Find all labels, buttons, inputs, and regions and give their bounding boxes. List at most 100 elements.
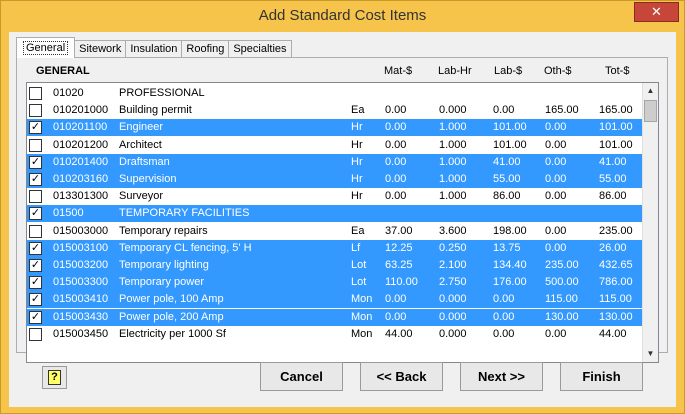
row-checkbox[interactable]: ✓ bbox=[29, 207, 42, 221]
row-checkbox[interactable] bbox=[29, 327, 42, 341]
list-row[interactable]: ✓ 015003300 Temporary power Lot 110.00 2.750 1… bbox=[27, 274, 644, 292]
scroll-down-arrow-icon[interactable]: ▼ bbox=[643, 346, 658, 362]
row-cell-desc: Power pole, 100 Amp bbox=[119, 293, 224, 306]
list-row[interactable]: 013301300 Surveyor Hr 0.00 1.000 86.00 0.00 86.… bbox=[27, 188, 644, 205]
row-cell-desc: Architect bbox=[119, 138, 162, 151]
row-cell-code: 015003430 bbox=[53, 310, 109, 323]
row-cell-desc: Electricity per 1000 Sf bbox=[119, 327, 226, 340]
row-cell-code: 015003450 bbox=[53, 327, 109, 340]
row-cell-mat: 110.00 bbox=[385, 276, 418, 289]
row-cell-unit: Lot bbox=[351, 259, 367, 271]
row-cell-tot: 432.65 bbox=[599, 259, 633, 271]
row-cell-code: 01020 bbox=[53, 87, 84, 99]
row-checkbox[interactable]: ✓ bbox=[29, 259, 42, 272]
window-title: Add Standard Cost Items bbox=[258, 7, 427, 24]
row-checkbox[interactable]: ✓ bbox=[29, 276, 42, 290]
list-row[interactable]: ✓ 010201100 Engineer Hr 0.00 1.000 101.00 0.00 1… bbox=[27, 119, 644, 137]
row-cell-oth: 235.00 bbox=[545, 259, 579, 271]
vertical-scrollbar[interactable]: ▲ ▼ bbox=[642, 83, 658, 362]
dialog-window: Add Standard Cost Items ✕ General Sitewo… bbox=[0, 0, 685, 414]
row-cell-desc: Temporary lighting bbox=[119, 259, 209, 271]
list-row[interactable]: ✓ 015003100 Temporary CL fencing, 5' H Lf 12… bbox=[27, 239, 644, 257]
row-cell-mat: 37.00 bbox=[385, 224, 413, 237]
list-row[interactable]: ✓ 015003430 Power pole, 200 Amp Mon 0.00 0.00… bbox=[27, 308, 644, 326]
row-cell-mat: 0.00 bbox=[385, 155, 407, 168]
row-cell-lab-d: 0.00 bbox=[493, 293, 515, 306]
row-checkbox[interactable] bbox=[29, 104, 42, 118]
list-row[interactable]: ✓ 015003410 Power pole, 100 Amp Mon 0.00 0.00… bbox=[27, 291, 644, 309]
tab-panel: GENERAL Mat-$ Lab-Hr Lab-$ Oth-$ Tot-$ 0… bbox=[16, 57, 668, 363]
close-button[interactable]: ✕ bbox=[634, 2, 679, 22]
row-cell-unit: Mon bbox=[351, 327, 373, 340]
row-cell-tot: 41.00 bbox=[599, 155, 627, 168]
row-checkbox[interactable]: ✓ bbox=[29, 293, 42, 307]
finish-button[interactable]: Finish bbox=[560, 362, 643, 391]
row-cell-mat: 63.25 bbox=[385, 259, 413, 271]
row-checkbox[interactable]: ✓ bbox=[29, 121, 42, 135]
row-cell-code: 010201100 bbox=[53, 121, 108, 134]
row-cell-code: 015003300 bbox=[53, 276, 109, 289]
row-cell-tot: 101.00 bbox=[599, 121, 633, 134]
row-cell-oth: 0.00 bbox=[545, 224, 567, 237]
row-cell-lab-d: 13.75 bbox=[493, 241, 521, 254]
cost-items-list[interactable]: 01020 PROFESSIONAL 010201000 Building permi… bbox=[26, 82, 659, 363]
tab-specialties[interactable]: Specialties bbox=[228, 40, 292, 58]
row-cell-desc: Surveyor bbox=[119, 190, 164, 203]
row-cell-desc: Building permit bbox=[119, 104, 192, 117]
tab-strip: General Sitework Insulation Roofing Spec… bbox=[16, 37, 292, 58]
tab-roofing[interactable]: Roofing bbox=[181, 40, 230, 58]
help-button[interactable]: ? bbox=[42, 366, 67, 389]
row-cell-lab-d: 101.00 bbox=[493, 121, 527, 134]
row-cell-tot: 55.00 bbox=[599, 173, 627, 185]
list-row[interactable]: 015003000 Temporary repairs Ea 37.00 3.600 19… bbox=[27, 223, 644, 240]
row-checkbox[interactable] bbox=[29, 190, 42, 204]
row-cell-unit: Mon bbox=[351, 310, 373, 323]
row-cell-unit: Ea bbox=[351, 224, 365, 237]
row-cell-desc: Draftsman bbox=[119, 155, 170, 168]
row-cell-tot: 26.00 bbox=[599, 241, 627, 254]
list-row[interactable]: 015003450 Electricity per 1000 Sf Mon 44.00… bbox=[27, 326, 644, 343]
row-cell-lab-d: 0.00 bbox=[493, 327, 515, 340]
row-cell-lab-hr: 0.000 bbox=[439, 327, 467, 340]
row-cell-tot: 44.00 bbox=[599, 327, 627, 340]
row-cell-unit: Lf bbox=[351, 241, 361, 254]
list-row[interactable]: ✓ 015003200 Temporary lighting Lot 63.25 2.10… bbox=[27, 257, 644, 274]
list-row[interactable]: 010201200 Architect Hr 0.00 1.000 101.00 0.00 1… bbox=[27, 137, 644, 154]
row-cell-tot: 86.00 bbox=[599, 190, 627, 203]
column-header-mat: Mat-$ bbox=[384, 65, 413, 77]
row-cell-lab-d: 0.00 bbox=[493, 310, 515, 323]
tab-insulation[interactable]: Insulation bbox=[125, 40, 183, 58]
back-button[interactable]: << Back bbox=[360, 362, 443, 391]
row-checkbox[interactable] bbox=[29, 138, 42, 152]
tab-general[interactable]: General bbox=[16, 37, 76, 58]
row-cell-desc: Temporary repairs bbox=[119, 224, 208, 237]
list-row[interactable]: 01020 PROFESSIONAL bbox=[27, 85, 644, 102]
list-row[interactable]: ✓ 010201400 Draftsman Hr 0.00 1.000 41.00 0.00 4… bbox=[27, 153, 644, 171]
row-checkbox[interactable]: ✓ bbox=[29, 310, 42, 324]
row-cell-oth: 115.00 bbox=[545, 293, 578, 306]
list-row[interactable]: ✓ 010203160 Supervision Hr 0.00 1.000 55.00 0.0… bbox=[27, 171, 644, 188]
row-checkbox[interactable]: ✓ bbox=[29, 173, 42, 186]
row-cell-lab-hr: 0.250 bbox=[439, 241, 467, 254]
row-checkbox[interactable]: ✓ bbox=[29, 155, 42, 169]
row-cell-mat: 0.00 bbox=[385, 190, 407, 203]
row-cell-oth: 130.00 bbox=[545, 310, 579, 323]
row-cell-lab-hr: 1.000 bbox=[439, 190, 467, 203]
next-button[interactable]: Next >> bbox=[460, 362, 543, 391]
row-checkbox[interactable] bbox=[29, 87, 42, 100]
tab-sitework[interactable]: Sitework bbox=[74, 40, 127, 58]
row-cell-lab-hr: 2.100 bbox=[439, 259, 467, 271]
row-cell-desc: Supervision bbox=[119, 173, 177, 185]
row-cell-code: 010201400 bbox=[53, 155, 109, 168]
row-checkbox[interactable] bbox=[29, 224, 42, 238]
row-cell-code: 010201200 bbox=[53, 138, 109, 151]
list-row[interactable]: ✓ 01500 TEMPORARY FACILITIES bbox=[27, 205, 644, 223]
cancel-button[interactable]: Cancel bbox=[260, 362, 343, 391]
row-cell-code: 015003200 bbox=[53, 259, 109, 271]
scroll-thumb[interactable] bbox=[644, 100, 657, 122]
scroll-up-arrow-icon[interactable]: ▲ bbox=[643, 83, 658, 99]
row-cell-unit: Hr bbox=[351, 121, 363, 134]
list-row[interactable]: 010201000 Building permit Ea 0.00 0.000 0.00 1… bbox=[27, 102, 644, 119]
row-checkbox[interactable]: ✓ bbox=[29, 241, 42, 255]
row-cell-unit: Mon bbox=[351, 293, 373, 306]
